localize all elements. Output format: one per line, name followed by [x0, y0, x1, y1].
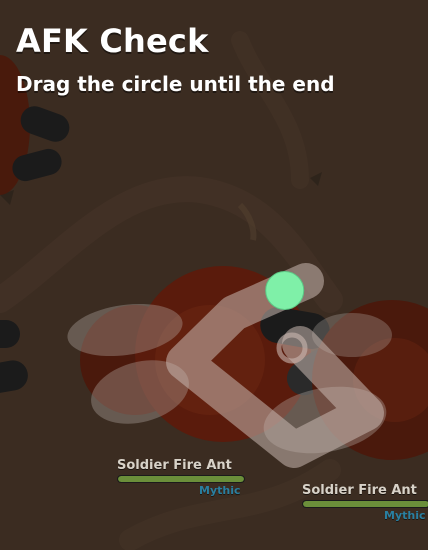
game-viewport: AFK Check Drag the circle until the end …: [0, 0, 428, 550]
mob-rarity: Mythic: [384, 509, 426, 522]
mob-label: Soldier Fire Ant Mythic: [302, 483, 428, 522]
mob-health-bar: [302, 500, 428, 508]
mob-rarity: Mythic: [199, 484, 241, 497]
mob-health-fill: [303, 501, 428, 507]
afk-drag-handle[interactable]: [265, 270, 305, 310]
afk-title: AFK Check: [16, 22, 209, 60]
afk-instruction: Drag the circle until the end: [16, 72, 335, 96]
mob-health-bar: [117, 475, 245, 483]
mob-name: Soldier Fire Ant: [302, 483, 417, 498]
mob-name: Soldier Fire Ant: [117, 458, 232, 473]
mob-health-fill: [118, 476, 244, 482]
mob-label: Soldier Fire Ant Mythic: [117, 458, 257, 497]
